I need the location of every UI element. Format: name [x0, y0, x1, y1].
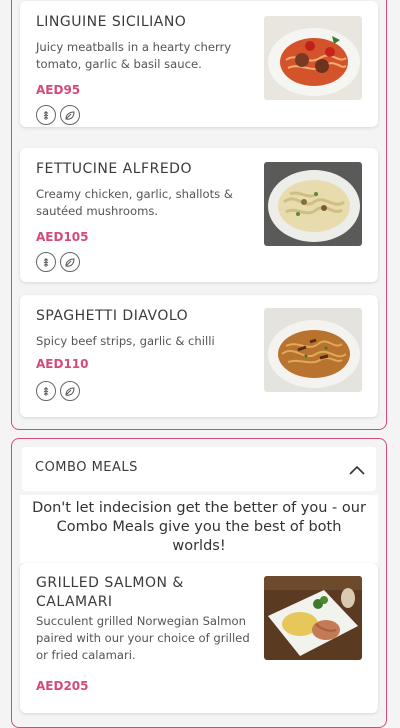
item-price: AED205: [36, 679, 89, 693]
gluten-icon: [36, 381, 56, 401]
grilled-salmon-calamari-photo: [264, 576, 362, 660]
fettucine-alfredo-photo: [264, 162, 362, 246]
vegetarian-leaf-icon: [60, 381, 80, 401]
item-name: SPAGHETTI DIAVOLO: [36, 308, 189, 324]
chevron-up-icon[interactable]: [348, 461, 366, 480]
vegetarian-leaf-icon: [60, 252, 80, 272]
item-name: FETTUCINE ALFREDO: [36, 161, 192, 177]
combo-intro-text: Don't let indecision get the better of y…: [20, 495, 378, 563]
combo-meals-accordion-header[interactable]: COMBO MEALS: [22, 447, 376, 491]
item-name: GRILLED SALMON & CALAMARI: [36, 575, 184, 610]
linguine-siciliano-photo: [264, 16, 362, 100]
menu-item-card[interactable]: SPAGHETTI DIAVOLO Spicy beef strips, gar…: [20, 295, 378, 417]
gluten-icon: [36, 252, 56, 272]
menu-item-card[interactable]: FETTUCINE ALFREDO Creamy chicken, garlic…: [20, 148, 378, 282]
gluten-icon: [36, 105, 56, 125]
item-description: Juicy meatballs in a hearty cherry tomat…: [36, 40, 232, 71]
item-description: Creamy chicken, garlic, shallots & sauté…: [36, 187, 233, 218]
pasta-section: LINGUINE SICILIANO Juicy meatballs in a …: [11, 0, 387, 430]
item-description: Spicy beef strips, garlic & chilli: [36, 334, 215, 348]
item-name: LINGUINE SICILIANO: [36, 14, 187, 30]
item-price: AED105: [36, 230, 89, 244]
section-title: COMBO MEALS: [35, 460, 138, 475]
item-price: AED110: [36, 357, 89, 371]
item-price: AED95: [36, 83, 81, 97]
spaghetti-diavolo-photo: [264, 308, 362, 392]
menu-item-card[interactable]: LINGUINE SICILIANO Juicy meatballs in a …: [20, 1, 378, 127]
menu-item-card[interactable]: GRILLED SALMON & CALAMARI Succulent gril…: [20, 563, 378, 713]
combo-meals-section: COMBO MEALS Don't let indecision get the…: [11, 438, 387, 728]
item-description: Succulent grilled Norwegian Salmon paire…: [36, 614, 250, 662]
vegetarian-leaf-icon: [60, 105, 80, 125]
